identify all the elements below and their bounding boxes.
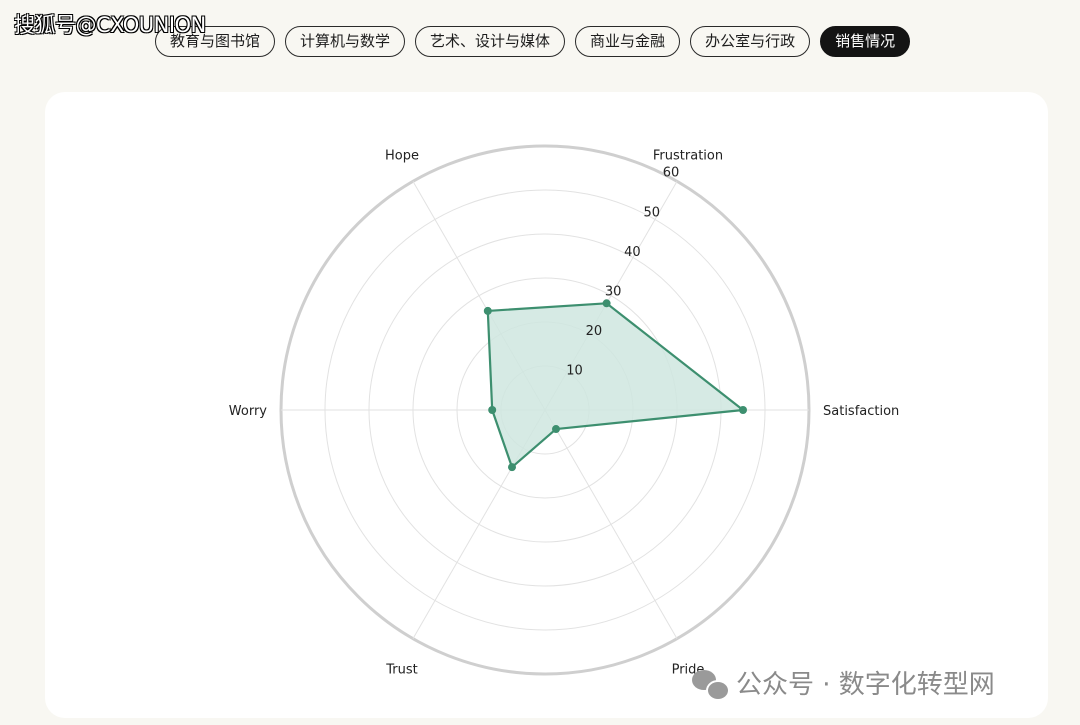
axis-label-frustration: Frustration bbox=[653, 148, 723, 163]
tab-sales[interactable]: 销售情况 bbox=[820, 26, 911, 57]
radial-tick-40: 40 bbox=[624, 245, 641, 260]
tab-computer-math[interactable]: 计算机与数学 bbox=[285, 26, 406, 57]
tab-arts-design-media[interactable]: 艺术、设计与媒体 bbox=[415, 26, 566, 57]
tab-business-finance[interactable]: 商业与金融 bbox=[575, 26, 681, 57]
axis-label-satisfaction: Satisfaction bbox=[823, 404, 899, 419]
radial-tick-20: 20 bbox=[586, 324, 603, 339]
watermark-top-text: 搜狐号@CXOUNION bbox=[14, 13, 206, 37]
chart-card: Satisfaction Frustration Hope Worry Trust Pri… bbox=[45, 92, 1048, 718]
data-point-worry bbox=[488, 406, 497, 414]
tab-office-admin[interactable]: 办公室与行政 bbox=[690, 26, 811, 57]
radial-tick-50: 50 bbox=[643, 205, 660, 220]
category-tabs: 教育与图书馆 计算机与数学 艺术、设计与媒体 商业与金融 办公室与行政 销售情况 bbox=[155, 26, 911, 57]
spoke-pride bbox=[544, 409, 678, 639]
axis-label-hope: Hope bbox=[385, 148, 419, 163]
data-point-hope bbox=[483, 306, 492, 315]
wechat-icon bbox=[692, 668, 730, 701]
radial-tick-60: 60 bbox=[663, 166, 680, 181]
series-area-0 bbox=[486, 302, 745, 469]
radar-chart: SatisfactionFrustrationHopeWorryTrust Pri… bbox=[229, 144, 899, 678]
radial-tick-30: 30 bbox=[605, 284, 622, 299]
watermark-bottom: 公众号 · 数字化转型网 bbox=[692, 664, 995, 701]
data-point-trust bbox=[508, 463, 516, 472]
axis-label-worry: Worry bbox=[229, 404, 268, 419]
axis-label-trust: Trust bbox=[385, 663, 417, 678]
data-point-frustration bbox=[602, 299, 611, 308]
data-point-pride bbox=[552, 425, 560, 434]
watermark-bottom-text: 公众号 · 数字化转型网 bbox=[736, 670, 995, 700]
radial-tick-10: 10 bbox=[566, 363, 583, 378]
data-point-satisfaction bbox=[739, 406, 747, 414]
